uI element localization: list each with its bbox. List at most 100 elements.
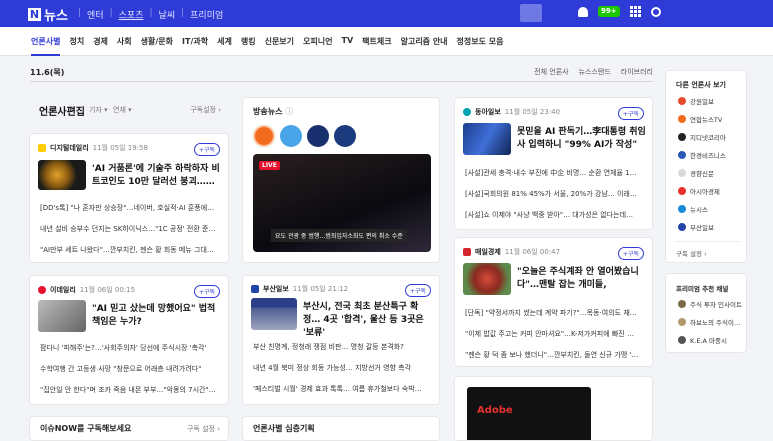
naver-news-logo[interactable]: N 뉴스 [28,5,68,24]
press-link-yonhaptv[interactable]: 연합뉴스TV [678,114,722,124]
article-thumbnail[interactable] [463,263,511,295]
nav-premium[interactable]: 프리미엄 [190,8,223,21]
date-bar: 11.6(목) 전체 언론사 뉴스스탠드 라이브러리 [30,64,653,82]
tab-by-press[interactable]: 언론사별 [31,36,61,56]
bell-icon[interactable] [578,7,588,17]
article-link[interactable]: "AI만부 세트 나왔다"…깐부치킨, 젠슨 황 회동 메뉴 그대… [40,245,222,255]
subscribe-button[interactable]: +구독 [193,143,220,156]
subscribe-button[interactable]: +구독 [193,285,220,298]
tab-opinion[interactable]: 오피니언 [303,36,332,56]
article-headline[interactable]: 'AI 거품론'에 기술주 하락하자 비트코인도 10만 달러선 붕괴…… [92,163,222,189]
tab-life-culture[interactable]: 생활/문화 [141,36,173,56]
issue-subscribe-settings[interactable]: 구독 설정 › [187,424,220,434]
article-link[interactable]: 내년 설비 승부수 던지는 SK하이닉스…"1C 공정' 전환 준… [40,224,222,234]
current-date: 11.6(목) [30,68,65,77]
app-menu-icon[interactable] [629,6,641,17]
channel-yonhap-icon[interactable] [253,125,275,147]
article-thumbnail[interactable] [38,160,86,190]
press-card: 매일경제 11월 06일 00:47 +구독 "오늘은 주식계좌 안 열어봤습니… [454,237,653,367]
article-link[interactable]: "이제 밥값 주고는 커피 안마셔요"…K-저가커피에 빠진 … [465,329,645,339]
article-link[interactable]: [사설]국회의원 81% 45%가 서울, 20%가 강남… 이래… [465,189,645,199]
press-link-khan[interactable]: 경향신문 [678,168,714,178]
press-logo-icon [678,187,686,195]
mail-count-badge[interactable]: 99+ [598,6,620,17]
article-link[interactable]: 내년 4월 북미 정상 회동 가능성… 지방선거 영향 촉각 [253,363,433,373]
filter-series[interactable]: 연재 ▾ [113,105,132,115]
deep-report-card: 언론사별 심층기획 [242,416,440,441]
article-link[interactable]: [사설]관세 충격·내수 부진에 中企 비명… 순환 연체율 1… [465,168,645,178]
tab-factcheck[interactable]: 팩트체크 [362,36,391,56]
premium-channel-link[interactable]: K.E.A 마중시 [678,335,727,345]
channel-avatar [678,318,686,326]
article-link[interactable]: '페스티벌 시월' 경제 효과 톡톡… 여름 휴가철보다 숙박… [253,384,433,394]
press-logo-icon [678,169,686,177]
press-logo-icon [463,108,471,116]
nav-sports[interactable]: 스포츠 [119,8,144,21]
channel-logos [253,125,356,147]
press-logo-icon [463,248,471,256]
tab-world[interactable]: 세계 [217,36,232,56]
press-link-busan[interactable]: 부산일보 [678,222,714,232]
press-name[interactable]: 부산일보 11월 05일 21:12 [251,284,348,294]
ad-banner[interactable]: Adobe [467,387,591,440]
article-link[interactable]: [단독] "약정서까지 썼는데 계약 파기?"…목동·여의도 재… [465,308,645,318]
premium-channel-link[interactable]: 하보노의 주식이… [678,317,740,327]
article-headline[interactable]: "오늘은 주식계좌 안 열어봤습니다"…맨탈 잡는 개미들, [517,266,647,292]
press-link-newsis[interactable]: 뉴시스 [678,204,708,214]
press-time: 11월 05일 21:12 [292,285,349,293]
view-library[interactable]: 라이브러리 [621,67,653,77]
tab-newspaper[interactable]: 신문보기 [265,36,294,56]
press-link-hankyung[interactable]: 한경비즈니스 [678,150,726,160]
view-all-press[interactable]: 전체 언론사 [534,67,568,77]
article-link[interactable]: "젠슨 황 덕 좀 보나 했더니"…깐부치킨, 돌연 신규 가맹 '… [465,350,645,360]
article-thumbnail[interactable] [251,298,297,330]
press-name[interactable]: 매일경제 11월 06일 00:47 [463,247,560,257]
filter-reporter[interactable]: 기자 ▾ [89,105,108,115]
tab-corrections[interactable]: 정정보도 모음 [457,36,504,56]
channel-ytn-icon[interactable] [280,125,302,147]
premium-channel-link[interactable]: 주식 투자 인사이트 [678,299,742,309]
press-name[interactable]: 동아일보 11월 05일 23:40 [463,107,560,117]
press-logo-icon [251,285,259,293]
article-link[interactable]: 부산 친명계, 정청래 쟁점 비판… 명청 갈등 본격화? [253,342,433,352]
nav-entertainment[interactable]: 엔터 [87,8,104,21]
tab-politics[interactable]: 정치 [69,36,84,56]
press-name[interactable]: 디지털데일리 11월 05일 19:58 [38,143,148,153]
tab-algorithm[interactable]: 알고리즘 안내 [401,36,448,56]
article-headline[interactable]: "AI 믿고 샀는데 망했어요" 법적 책임은 누가? [92,303,222,329]
subscribe-button[interactable]: +구독 [404,284,431,297]
issue-now-card: 이슈NOW를 구독해보세요 구독 설정 › [29,416,229,441]
article-link[interactable]: 수학여행 간 고등생 사망 "창문으로 어래층 내려가려다" [40,364,222,374]
nav-weather[interactable]: 날씨 [159,8,176,21]
tab-economy[interactable]: 경제 [93,36,108,56]
article-link[interactable]: 팜다니 '피해주'는?…'사회주의자' 당선에 주식시장 '촉각' [40,343,222,353]
article-link[interactable]: [DD's톡] "나 혼자만 상승장"…네이버, 호실적·AI 훈풍에… [40,203,222,213]
subscribe-settings-link[interactable]: 구독 설정 › [676,248,707,258]
search-icon[interactable] [650,6,661,17]
live-video-player[interactable]: LIVE 요도 관광 중 범행…범죄입자소화도 편의 취소 수준 [253,154,431,252]
channel-mbc-icon[interactable] [334,125,356,147]
press-name[interactable]: 이데일리 11월 06일 00:15 [38,285,135,295]
article-link[interactable]: [사설]쇼 이제야 "사냥 백중 받아"… 대가성은 없다는데… [465,210,645,220]
article-headline[interactable]: 부산시, 전국 최초 분산특구 확정… 4곳 '합격', 울산 등 3곳은 '보… [303,301,433,340]
subscribe-button[interactable]: +구독 [617,247,644,260]
press-link-gangwon[interactable]: 강원일보 [678,96,714,106]
tab-ranking[interactable]: 랭킹 [241,36,256,56]
article-thumbnail[interactable] [38,300,86,332]
live-caption: 요도 관광 중 범행…범죄입자소화도 편의 취소 수준 [271,229,407,242]
info-icon[interactable]: ⓘ [285,107,293,116]
tab-tv[interactable]: TV [341,36,353,56]
press-link-asiae[interactable]: 아시아경제 [678,186,720,196]
article-thumbnail[interactable] [463,123,511,155]
subscribe-button[interactable]: +구독 [617,107,644,120]
view-newsstand[interactable]: 뉴스스탠드 [579,67,611,77]
premium-channel-title: 프리미엄 추천 채널 [676,285,729,293]
tab-society[interactable]: 사회 [117,36,132,56]
channel-kbs-icon[interactable] [307,125,329,147]
tab-it-science[interactable]: IT/과학 [182,36,208,56]
profile-avatar[interactable] [520,4,542,22]
press-link-zdnet[interactable]: 지디넷코리아 [678,132,726,142]
article-link[interactable]: "집안일 안 한다"며 조카 죽음 내몬 부부…"악몽의 7시간"… [40,385,222,395]
article-headline[interactable]: 못믿을 AI 판독기…李대통령 취임사 입력하니 "99% AI가 작성" [517,126,647,152]
subscribe-settings-link[interactable]: 구독설정 › [190,105,221,115]
